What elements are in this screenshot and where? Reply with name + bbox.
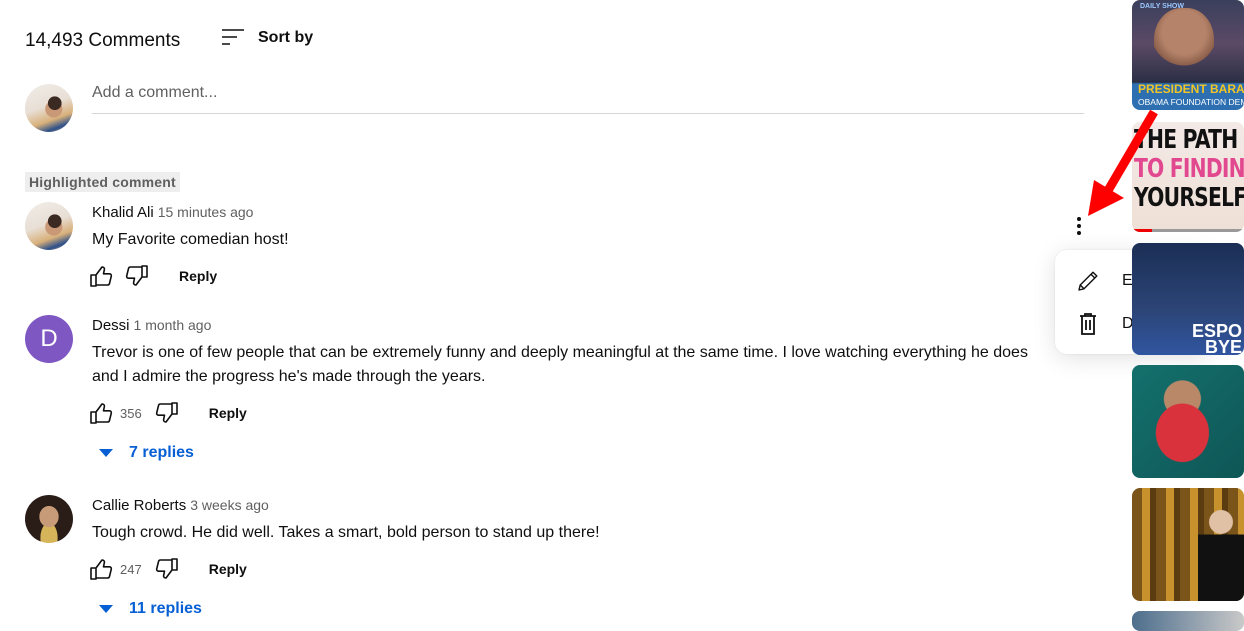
pencil-icon [1078,271,1098,291]
highlighted-comment-badge: Highlighted comment [25,172,180,192]
reply-button[interactable]: Reply [179,268,217,284]
like-count: 247 [120,561,142,577]
video-thumbnail[interactable] [1132,611,1244,631]
thumbnail-person [1154,8,1214,78]
view-replies-button[interactable]: 11 replies [99,600,202,618]
thumbnail-caption: BYE [1204,337,1242,355]
view-replies-button[interactable]: 7 replies [99,444,194,462]
comment-author[interactable]: Khalid Ali [92,204,154,221]
add-comment-input[interactable]: Add a comment... [92,84,1084,114]
video-thumbnail[interactable]: DAILY SHOW PRESIDENT BARAC OBAMA FOUNDAT… [1132,0,1244,110]
thumbnail-caption: YOURSELF [1134,183,1244,213]
sort-by-button[interactable]: Sort by [220,26,313,50]
trash-icon [1080,312,1096,335]
comment-time[interactable]: 1 month ago [134,317,212,333]
like-count: 356 [120,405,142,421]
video-thumbnail[interactable] [1132,488,1244,601]
more-actions-button[interactable] [1071,214,1087,238]
sort-by-label: Sort by [258,29,314,46]
like-icon[interactable] [88,263,114,289]
comment-time[interactable]: 15 minutes ago [158,204,254,220]
thumbnail-caption: PRESIDENT BARAC [1138,82,1244,96]
dislike-icon[interactable] [124,263,150,289]
avatar[interactable] [25,495,73,543]
comment-header: Callie Roberts 3 weeks ago [92,497,269,515]
like-icon[interactable] [88,400,114,426]
comment-actions: 356 Reply [88,400,247,426]
reply-button[interactable]: Reply [209,561,247,577]
comment-time[interactable]: 3 weeks ago [190,497,269,513]
replies-count: 7 replies [129,444,194,461]
avatar[interactable] [25,202,73,250]
comment-text: Tough crowd. He did well. Takes a smart,… [92,524,600,541]
caret-down-icon [99,605,113,613]
watch-progress-bar [1132,229,1244,232]
comment-header: Dessi 1 month ago [92,317,211,335]
sort-icon [222,29,244,45]
reply-button[interactable]: Reply [209,405,247,421]
comment-author[interactable]: Dessi [92,317,130,334]
replies-count: 11 replies [129,600,202,617]
dislike-icon[interactable] [154,400,180,426]
comment-text: My Favorite comedian host! [92,231,289,248]
comment-text: Trevor is one of few people that can be … [92,344,1028,385]
like-icon[interactable] [88,556,114,582]
comment-header: Khalid Ali 15 minutes ago [92,204,253,222]
avatar[interactable]: D [25,315,73,363]
comment-actions: Reply [88,263,217,289]
thumbnail-caption: OBAMA FOUNDATION DEMOC [1138,97,1244,107]
thumbnail-person [1198,508,1244,601]
comment-author[interactable]: Callie Roberts [92,497,186,514]
comment-actions: 247 Reply [88,556,247,582]
video-thumbnail[interactable]: ESPO BYE [1132,243,1244,355]
current-user-avatar [25,84,73,132]
dislike-icon[interactable] [154,556,180,582]
comment-count: 14,493 Comments [25,30,181,51]
thumbnail-caption: THE PATH [1134,125,1238,155]
video-thumbnail[interactable]: THE PATH TO FINDING YOURSELF [1132,122,1244,232]
video-thumbnail[interactable] [1132,365,1244,478]
avatar-letter: D [40,325,58,352]
thumbnail-caption: TO FINDING [1134,154,1244,184]
caret-down-icon [99,449,113,457]
